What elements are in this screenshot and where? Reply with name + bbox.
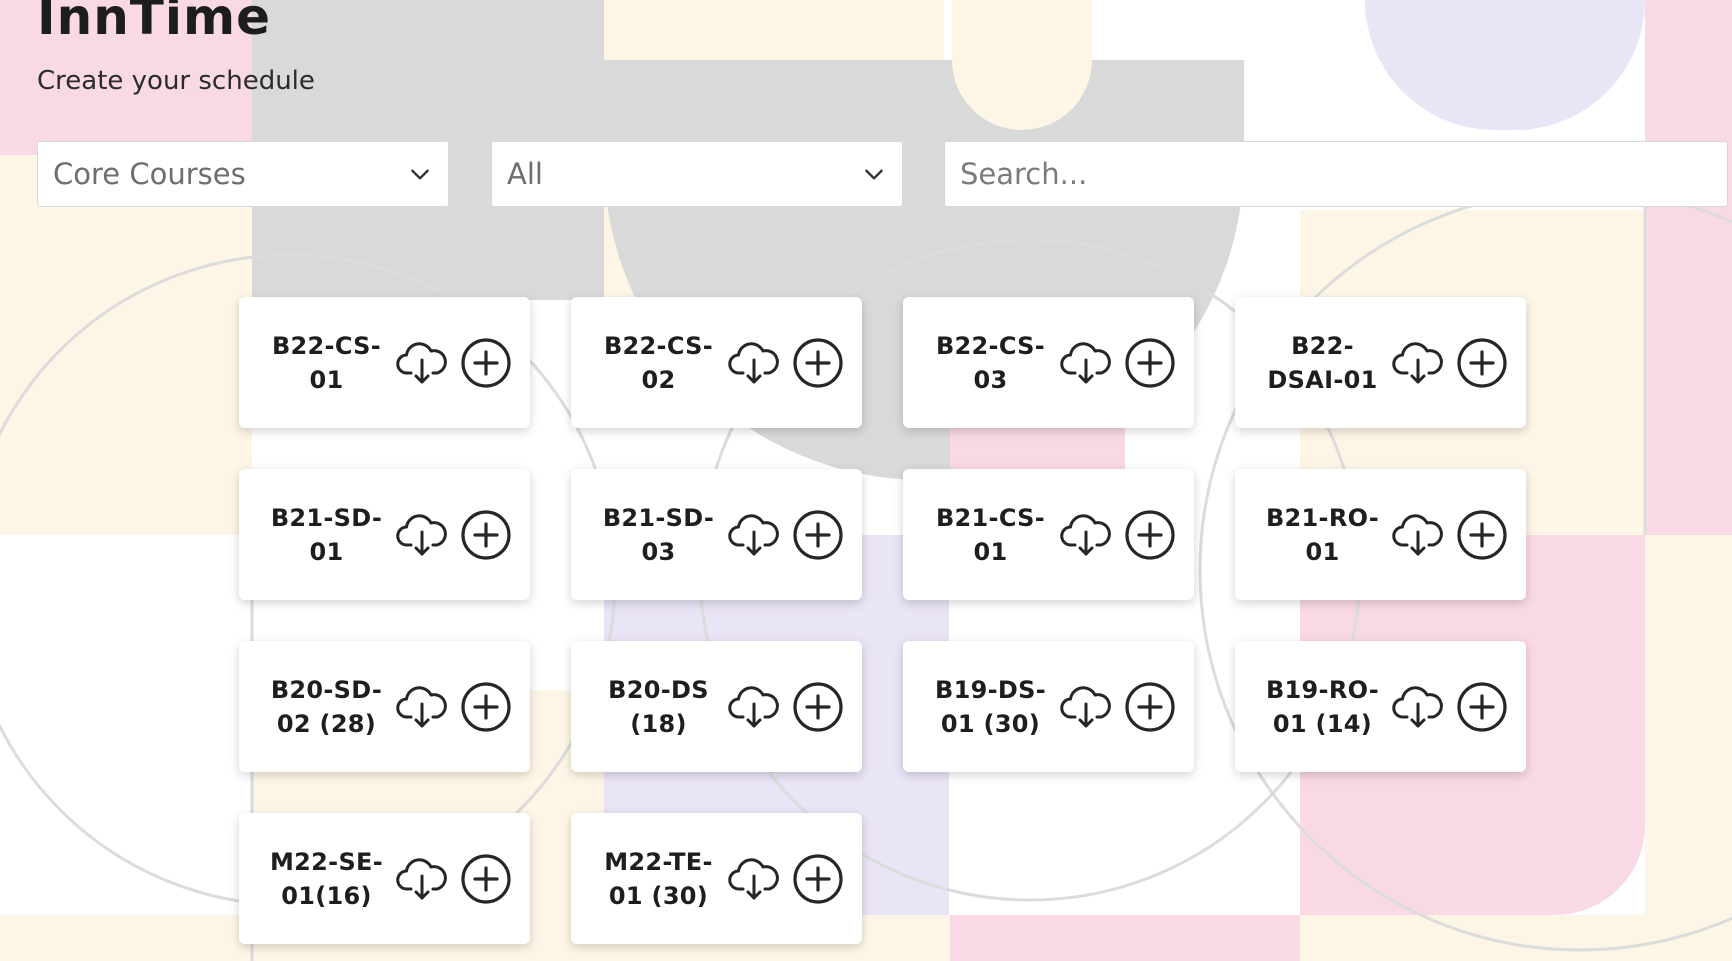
cloud-download-icon[interactable]	[396, 340, 448, 386]
course-grid: B22-CS-01 B22-CS-02 B22-CS-03 B22-DSAI-0…	[239, 297, 1526, 944]
course-name: M22-TE-01 (30)	[604, 847, 713, 910]
cloud-download-icon[interactable]	[1060, 684, 1112, 730]
course-actions	[728, 509, 844, 561]
course-name: B21-SD-03	[602, 503, 715, 566]
cloud-download-icon[interactable]	[396, 512, 448, 558]
course-name: B21-CS-01	[935, 503, 1046, 566]
plus-circle-icon[interactable]	[1456, 337, 1508, 389]
chevron-down-icon	[411, 169, 429, 180]
cloud-download-icon[interactable]	[1392, 340, 1444, 386]
search-input[interactable]	[944, 141, 1728, 207]
course-actions	[1060, 509, 1176, 561]
course-name: B21-RO-01	[1265, 503, 1380, 566]
plus-circle-icon[interactable]	[792, 853, 844, 905]
course-actions	[396, 853, 512, 905]
app-title: InnTime	[37, 0, 272, 46]
cloud-download-icon[interactable]	[728, 512, 780, 558]
plus-circle-icon[interactable]	[1124, 681, 1176, 733]
cloud-download-icon[interactable]	[728, 684, 780, 730]
course-card: B20-SD-02 (28)	[239, 641, 530, 772]
course-name: B21-SD-01	[270, 503, 383, 566]
course-card: B21-CS-01	[903, 469, 1194, 600]
course-name: B22-CS-01	[271, 331, 382, 394]
cloud-download-icon[interactable]	[1392, 684, 1444, 730]
cloud-download-icon[interactable]	[1392, 512, 1444, 558]
cloud-download-icon[interactable]	[728, 856, 780, 902]
cloud-download-icon[interactable]	[396, 856, 448, 902]
course-actions	[728, 337, 844, 389]
plus-circle-icon[interactable]	[460, 337, 512, 389]
course-card: M22-TE-01 (30)	[571, 813, 862, 944]
group-select[interactable]: All	[491, 141, 903, 207]
course-card: B22-CS-03	[903, 297, 1194, 428]
course-actions	[728, 681, 844, 733]
course-name: M22-SE-01(16)	[270, 847, 383, 910]
plus-circle-icon[interactable]	[1124, 337, 1176, 389]
group-select-value: All	[507, 157, 543, 191]
course-card: M22-SE-01(16)	[239, 813, 530, 944]
course-card: B22-CS-02	[571, 297, 862, 428]
course-actions	[1060, 681, 1176, 733]
plus-circle-icon[interactable]	[792, 337, 844, 389]
plus-circle-icon[interactable]	[460, 681, 512, 733]
course-actions	[396, 681, 512, 733]
course-card: B19-RO-01 (14)	[1235, 641, 1526, 772]
course-actions	[396, 509, 512, 561]
course-card: B19-DS-01 (30)	[903, 641, 1194, 772]
course-name: B22-CS-02	[603, 331, 714, 394]
course-card: B21-RO-01	[1235, 469, 1526, 600]
app-subtitle: Create your schedule	[37, 66, 315, 96]
plus-circle-icon[interactable]	[1456, 681, 1508, 733]
course-card: B20-DS (18)	[571, 641, 862, 772]
plus-circle-icon[interactable]	[460, 853, 512, 905]
course-name: B22-DSAI-01	[1267, 331, 1378, 394]
course-actions	[1060, 337, 1176, 389]
course-name: B20-SD-02 (28)	[270, 675, 383, 738]
plus-circle-icon[interactable]	[460, 509, 512, 561]
course-actions	[728, 853, 844, 905]
cloud-download-icon[interactable]	[396, 684, 448, 730]
course-actions	[1392, 509, 1508, 561]
category-select[interactable]: Core Courses	[37, 141, 449, 207]
course-name: B19-DS-01 (30)	[935, 675, 1046, 738]
plus-circle-icon[interactable]	[1124, 509, 1176, 561]
plus-circle-icon[interactable]	[792, 509, 844, 561]
course-card: B22-CS-01	[239, 297, 530, 428]
course-name: B19-RO-01 (14)	[1265, 675, 1380, 738]
course-actions	[1392, 337, 1508, 389]
course-actions	[396, 337, 512, 389]
cloud-download-icon[interactable]	[1060, 340, 1112, 386]
course-name: B22-CS-03	[935, 331, 1046, 394]
course-card: B22-DSAI-01	[1235, 297, 1526, 428]
plus-circle-icon[interactable]	[792, 681, 844, 733]
course-card: B21-SD-03	[571, 469, 862, 600]
cloud-download-icon[interactable]	[1060, 512, 1112, 558]
course-name: B20-DS (18)	[608, 675, 709, 738]
chevron-down-icon	[865, 169, 883, 180]
category-select-value: Core Courses	[53, 157, 246, 191]
course-actions	[1392, 681, 1508, 733]
course-card: B21-SD-01	[239, 469, 530, 600]
plus-circle-icon[interactable]	[1456, 509, 1508, 561]
cloud-download-icon[interactable]	[728, 340, 780, 386]
